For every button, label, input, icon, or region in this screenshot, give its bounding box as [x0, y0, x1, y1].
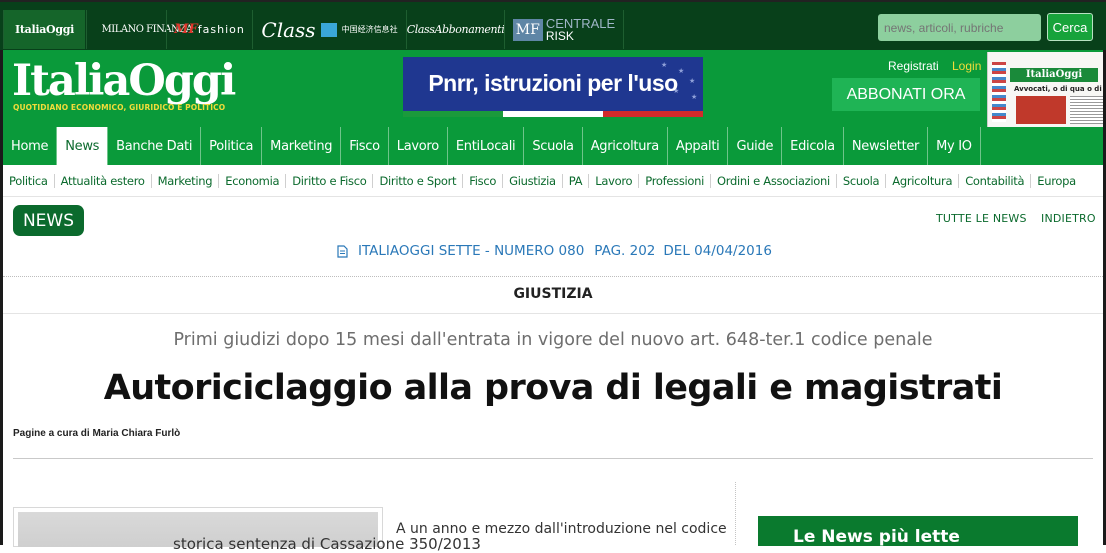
- article-subtitle: Primi giudizi dopo 15 mesi dall'entrata …: [173, 330, 933, 350]
- nav-item-my-io[interactable]: My IO: [928, 127, 981, 165]
- front-page-text-block: [1070, 96, 1104, 124]
- front-page-image: [1016, 96, 1066, 124]
- network-tab-label: MILANO FINANZA: [101, 24, 193, 35]
- subnav-item[interactable]: Ordini e Associazioni: [711, 173, 837, 188]
- document-icon: [337, 244, 348, 258]
- nav-item-scuola[interactable]: Scuola: [524, 127, 583, 165]
- star-icon: ★: [661, 61, 668, 69]
- ad-banner-text: Pnrr, istruzioni per l'uso: [428, 70, 678, 96]
- subnav-item[interactable]: Politica: [3, 173, 55, 188]
- risk-label: RISK: [545, 28, 574, 43]
- network-tab-centrale-risk[interactable]: MF CENTRALE RISK: [504, 10, 624, 49]
- subnav-item[interactable]: Marketing: [152, 173, 220, 188]
- nav-item-news[interactable]: News: [57, 127, 109, 165]
- subnav-item[interactable]: Attualità estero: [55, 173, 152, 188]
- issue-source: ITALIAOGGI SETTE - NUMERO 080: [358, 243, 585, 259]
- centrale-risk-label: CENTRALE RISK: [545, 17, 615, 43]
- mf-box-logo: MF: [512, 18, 543, 41]
- network-tab-sublabel: 中国经济信息社: [341, 25, 398, 34]
- article-headline: Autoriciclaggio alla prova di legali e m…: [103, 368, 1003, 408]
- class-logo: Class: [261, 17, 316, 42]
- nav-item-marketing[interactable]: Marketing: [262, 127, 342, 165]
- network-tab-mf-fashion[interactable]: MF fashion: [166, 10, 252, 49]
- nav-item-guide[interactable]: Guide: [728, 127, 783, 165]
- subnav-item[interactable]: Diritto e Fisco: [286, 173, 374, 188]
- subnav-item[interactable]: Europa: [1031, 174, 1082, 188]
- subnav-item[interactable]: PA: [563, 173, 590, 188]
- network-tab-italiaoggi[interactable]: ItaliaOggi: [3, 10, 85, 49]
- divider: [3, 276, 1103, 277]
- viewport-edge-left: [0, 50, 3, 545]
- article-body: A un anno e mezzo dall'introduzione nel …: [396, 521, 727, 537]
- divider: [13, 458, 1093, 459]
- search-input[interactable]: [878, 14, 1041, 41]
- issue-info[interactable]: ITALIAOGGI SETTE - NUMERO 080 PAG. 202 D…: [337, 243, 772, 259]
- site-logo[interactable]: ItaliaOggi: [12, 58, 236, 104]
- nav-item-newsletter[interactable]: Newsletter: [844, 127, 929, 165]
- network-tab-class[interactable]: Class 中国经济信息社: [252, 10, 406, 49]
- login-link[interactable]: Login: [952, 59, 981, 73]
- search-button[interactable]: Cerca: [1047, 13, 1093, 41]
- subnav-item[interactable]: Scuola: [837, 173, 887, 188]
- front-page-thumbnail[interactable]: ItaliaOggi Avvocati, o di qua o di là: [987, 52, 1106, 127]
- register-link[interactable]: Registrati: [888, 59, 939, 73]
- nav-item-politica[interactable]: Politica: [201, 127, 263, 165]
- subnav-item[interactable]: Professioni: [639, 173, 712, 188]
- italian-flag-stripe: [403, 111, 703, 117]
- subnav-item[interactable]: Giustizia: [503, 173, 563, 188]
- network-tab-class-abbonamenti[interactable]: ClassAbbonamenti: [406, 10, 505, 49]
- flag-white: [503, 111, 603, 117]
- back-link[interactable]: INDIETRO: [1041, 212, 1096, 225]
- column-divider: [735, 482, 736, 545]
- network-tab-label: ItaliaOggi: [15, 23, 74, 36]
- nav-item-appalti[interactable]: Appalti: [668, 127, 729, 165]
- mf-logo: MF: [174, 22, 198, 37]
- flag-red: [603, 111, 703, 117]
- front-page-logo: ItaliaOggi: [1010, 68, 1098, 82]
- section-label: GIUSTIZIA: [513, 286, 593, 302]
- network-tab-label: ClassAbbonamenti: [406, 23, 505, 36]
- nav-item-fisco[interactable]: Fisco: [341, 127, 389, 165]
- nav-item-agricoltura[interactable]: Agricoltura: [583, 127, 668, 165]
- subnav-item[interactable]: Lavoro: [589, 173, 640, 188]
- subnav-item[interactable]: Economia: [219, 173, 287, 188]
- news-badge: NEWS: [13, 205, 84, 236]
- network-tab-milano-finanza[interactable]: MILANO FINANZA: [86, 10, 193, 49]
- main-nav: Home News Banche Dati Politica Marketing…: [3, 127, 1103, 165]
- nav-item-lavoro[interactable]: Lavoro: [389, 127, 448, 165]
- nav-item-enti-locali[interactable]: EntiLocali: [448, 127, 525, 165]
- issue-page: PAG. 202: [594, 243, 656, 259]
- site-tagline: QUOTIDIANO ECONOMICO, GIURIDICO E POLITI…: [13, 103, 226, 112]
- issue-date: DEL 04/04/2016: [663, 243, 772, 259]
- divider: [3, 313, 1103, 314]
- subnav-item[interactable]: Diritto e Sport: [373, 173, 464, 188]
- subnav-item[interactable]: Agricoltura: [886, 173, 960, 188]
- front-page-column-graphic: [992, 62, 1006, 122]
- nav-item-banche-dati[interactable]: Banche Dati: [108, 127, 202, 165]
- xinhua-logo-icon: [320, 22, 337, 37]
- all-news-link[interactable]: TUTTE LE NEWS: [936, 212, 1027, 225]
- nav-item-home[interactable]: Home: [3, 127, 58, 165]
- article-byline: Pagine a cura di Maria Chiara Furlò: [13, 428, 181, 439]
- subnav-item[interactable]: Contabilità: [959, 173, 1032, 188]
- sub-nav: Politica Attualità estero Marketing Econ…: [3, 165, 1103, 197]
- front-page-headline: Avvocati, o di qua o di là: [1014, 85, 1106, 93]
- image-caption: storica sentenza di Cassazione 350/2013: [173, 535, 481, 553]
- nav-item-edicola[interactable]: Edicola: [782, 127, 844, 165]
- subscribe-button[interactable]: ABBONATI ORA: [832, 78, 980, 111]
- flag-green: [403, 111, 503, 117]
- most-read-title: Le News più lette: [793, 527, 960, 547]
- subnav-item[interactable]: Fisco: [463, 173, 504, 188]
- network-tab-label: fashion: [197, 23, 245, 36]
